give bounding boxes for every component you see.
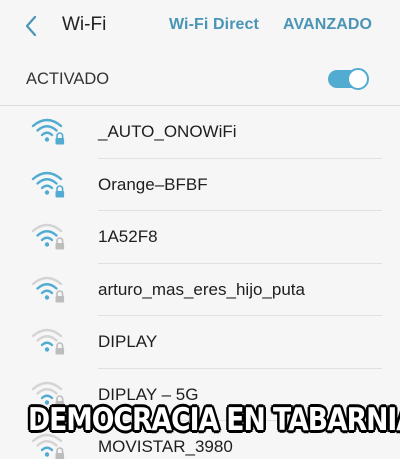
network-name: arturo_mas_eres_hijo_puta: [98, 279, 305, 299]
network-name: MOVISTAR_3980: [98, 437, 233, 456]
wifi-secured-icon: [31, 223, 65, 250]
network-name: 1A52F8: [98, 227, 158, 246]
network-item[interactable]: Orange–BFBF: [0, 159, 400, 212]
network-item[interactable]: 1A52F8: [0, 211, 400, 264]
wifi-secured-icon: [31, 118, 65, 145]
advanced-button[interactable]: AVANZADO: [283, 16, 372, 34]
network-name: Orange–BFBF: [98, 174, 208, 194]
back-button[interactable]: [18, 13, 44, 39]
network-name: _AUTO_ONOWiFi: [98, 122, 237, 141]
wifi-toggle-switch[interactable]: [328, 68, 370, 90]
meme-caption: DEMOCRACIA EN TABARNIA: [28, 402, 400, 438]
network-item[interactable]: DIPLAY: [0, 316, 400, 369]
wifi-settings-screen: Wi-Fi Wi-Fi Direct AVANZADO ACTIVADO _AU…: [0, 0, 400, 459]
app-header: Wi-Fi Wi-Fi Direct AVANZADO: [0, 0, 400, 52]
network-item[interactable]: _AUTO_ONOWiFi: [0, 106, 400, 159]
wifi-secured-icon: [31, 276, 65, 302]
switch-knob: [347, 68, 369, 90]
page-title: Wi-Fi: [62, 14, 107, 35]
wifi-toggle-row[interactable]: ACTIVADO: [0, 52, 400, 106]
chevron-left-icon: [25, 15, 37, 37]
toggle-label: ACTIVADO: [26, 70, 110, 88]
network-item[interactable]: arturo_mas_eres_hijo_puta: [0, 264, 400, 317]
wifi-secured-icon: [31, 328, 65, 355]
wifi-secured-icon: [31, 171, 65, 197]
network-name: DIPLAY: [98, 332, 158, 351]
wifi-direct-button[interactable]: Wi-Fi Direct: [169, 16, 259, 34]
